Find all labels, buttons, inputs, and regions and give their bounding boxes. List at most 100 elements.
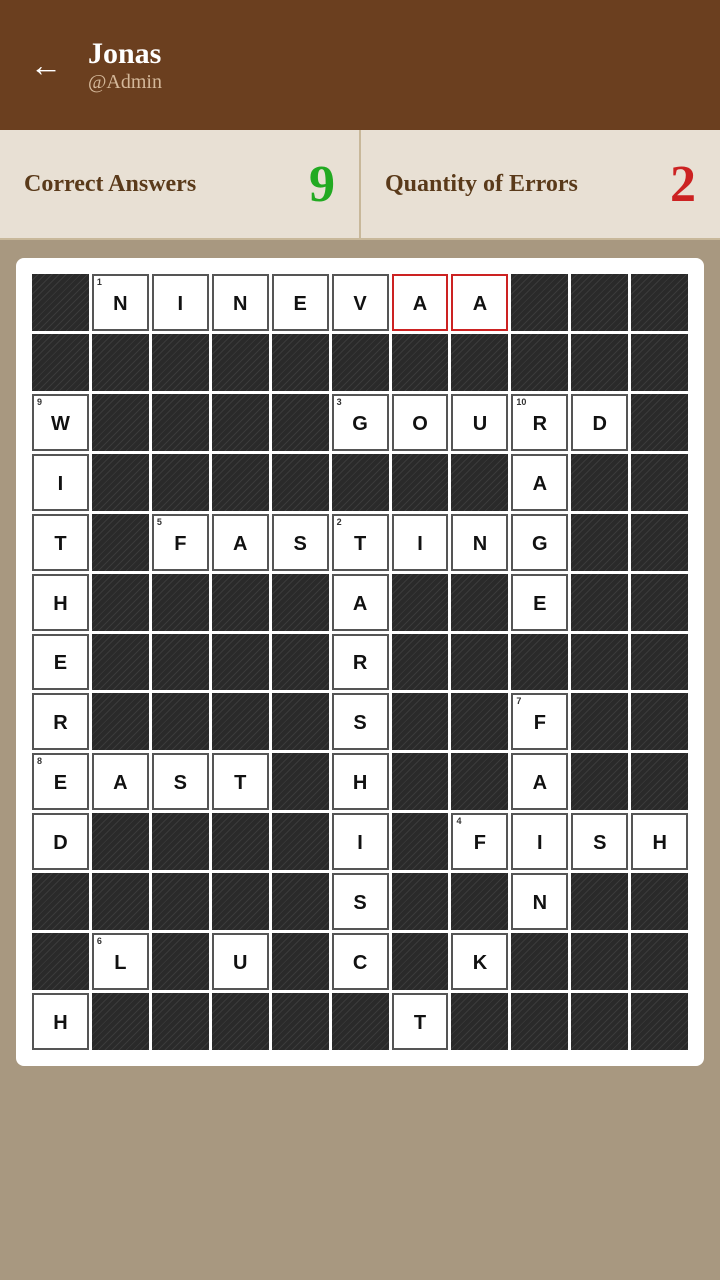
- cell-letter: A: [233, 533, 247, 556]
- cell-letter: V: [353, 293, 366, 316]
- grid-cell: [32, 933, 89, 990]
- grid-cell[interactable]: D: [571, 394, 628, 451]
- cell-letter: W: [51, 413, 70, 436]
- grid-cell[interactable]: R: [32, 693, 89, 750]
- grid-cell[interactable]: E: [272, 274, 329, 331]
- grid-cell[interactable]: 8E: [32, 753, 89, 810]
- grid-cell: [212, 394, 269, 451]
- grid-cell[interactable]: O: [392, 394, 449, 451]
- grid-cell: [392, 574, 449, 631]
- grid-cell[interactable]: H: [32, 574, 89, 631]
- grid-cell[interactable]: 3G: [332, 394, 389, 451]
- cell-letter: E: [293, 293, 306, 316]
- grid-cell: [451, 334, 508, 391]
- grid-cell[interactable]: 10 R: [511, 394, 568, 451]
- user-info: Jonas @Admin: [88, 37, 162, 94]
- grid-cell: [272, 634, 329, 691]
- grid-cell[interactable]: D: [32, 813, 89, 870]
- grid-cell[interactable]: N: [511, 873, 568, 930]
- cell-letter: U: [233, 952, 247, 975]
- grid-cell[interactable]: A: [332, 574, 389, 631]
- grid-cell[interactable]: U: [212, 933, 269, 990]
- grid-cell[interactable]: S: [272, 514, 329, 571]
- grid-cell[interactable]: T: [212, 753, 269, 810]
- grid-cell[interactable]: S: [332, 873, 389, 930]
- grid-cell[interactable]: T: [32, 514, 89, 571]
- cell-letter: R: [533, 413, 547, 436]
- cell-number: 4: [456, 817, 461, 826]
- cell-letter: T: [414, 1012, 426, 1035]
- user-handle: @Admin: [88, 71, 162, 94]
- grid-cell[interactable]: R: [332, 634, 389, 691]
- grid-cell[interactable]: S: [332, 693, 389, 750]
- back-button[interactable]: ←: [24, 43, 68, 87]
- grid-cell[interactable]: A: [511, 753, 568, 810]
- grid-cell[interactable]: I: [332, 813, 389, 870]
- cell-letter: H: [652, 832, 666, 855]
- cell-number: 1: [97, 278, 102, 287]
- cell-letter: N: [233, 293, 247, 316]
- grid-cell[interactable]: N: [451, 514, 508, 571]
- grid-cell[interactable]: G: [511, 514, 568, 571]
- grid-cell[interactable]: A: [392, 274, 449, 331]
- grid-cell[interactable]: 2T: [332, 514, 389, 571]
- grid-cell[interactable]: 9W: [32, 394, 89, 451]
- grid-cell[interactable]: I: [511, 813, 568, 870]
- cell-number: 3: [337, 398, 342, 407]
- grid-cell: [511, 634, 568, 691]
- grid-cell[interactable]: 1N: [92, 274, 149, 331]
- cell-letter: A: [113, 772, 127, 795]
- grid-cell[interactable]: 4F: [451, 813, 508, 870]
- grid-cell: [212, 454, 269, 511]
- grid-cell[interactable]: 5F: [152, 514, 209, 571]
- grid-cell[interactable]: I: [392, 514, 449, 571]
- grid-cell[interactable]: 7F: [511, 693, 568, 750]
- cell-number: 5: [157, 518, 162, 527]
- grid-cell[interactable]: A: [92, 753, 149, 810]
- grid-cell: [152, 873, 209, 930]
- grid-cell: [571, 334, 628, 391]
- grid-cell[interactable]: E: [32, 634, 89, 691]
- cell-letter: N: [533, 892, 547, 915]
- cell-number: 9: [37, 398, 42, 407]
- grid-cell[interactable]: C: [332, 933, 389, 990]
- correct-answers-box: Correct Answers 9: [0, 130, 361, 238]
- grid-cell[interactable]: A: [451, 274, 508, 331]
- grid-cell[interactable]: H: [32, 993, 89, 1050]
- cell-letter: A: [353, 593, 367, 616]
- grid-cell[interactable]: S: [152, 753, 209, 810]
- grid-cell[interactable]: H: [631, 813, 688, 870]
- errors-box: Quantity of Errors 2: [361, 130, 720, 238]
- grid-cell: [272, 394, 329, 451]
- grid-cell[interactable]: U: [451, 394, 508, 451]
- grid-cell: [571, 753, 628, 810]
- grid-cell: [272, 813, 329, 870]
- grid-cell[interactable]: H: [332, 753, 389, 810]
- grid-cell[interactable]: A: [212, 514, 269, 571]
- grid-cell: [152, 693, 209, 750]
- grid-cell: [92, 813, 149, 870]
- grid-cell[interactable]: V: [332, 274, 389, 331]
- cell-letter: E: [54, 772, 67, 795]
- grid-cell[interactable]: T: [392, 993, 449, 1050]
- cell-number: 10: [516, 398, 526, 407]
- grid-cell[interactable]: I: [32, 454, 89, 511]
- grid-cell: [631, 514, 688, 571]
- grid-cell: [392, 634, 449, 691]
- grid-cell[interactable]: E: [511, 574, 568, 631]
- grid-cell: [32, 873, 89, 930]
- grid-cell[interactable]: S: [571, 813, 628, 870]
- grid-cell: [392, 813, 449, 870]
- grid-cell: [392, 693, 449, 750]
- grid-cell[interactable]: K: [451, 933, 508, 990]
- cell-letter: L: [114, 952, 126, 975]
- grid-cell[interactable]: I: [152, 274, 209, 331]
- grid-cell: [332, 334, 389, 391]
- grid-cell: [92, 574, 149, 631]
- grid-cell: [631, 634, 688, 691]
- grid-cell[interactable]: N: [212, 274, 269, 331]
- grid-cell[interactable]: 6L: [92, 933, 149, 990]
- grid-cell[interactable]: A: [511, 454, 568, 511]
- grid-cell: [631, 693, 688, 750]
- cell-letter: S: [174, 772, 187, 795]
